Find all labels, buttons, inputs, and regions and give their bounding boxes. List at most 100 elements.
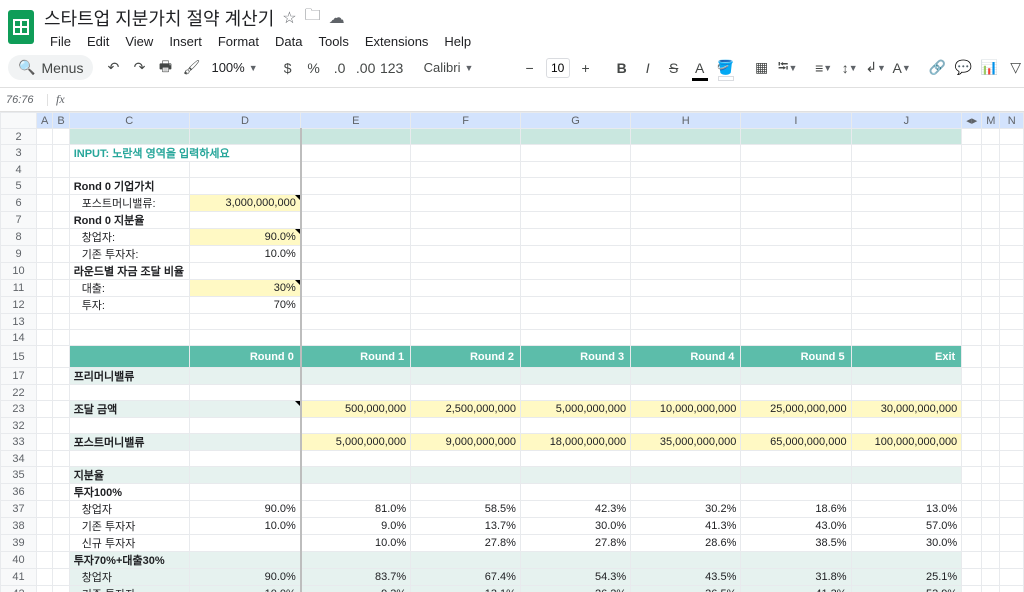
row-header[interactable]: 37 [1, 501, 37, 518]
text-color-icon[interactable]: A [688, 54, 712, 82]
cell[interactable]: 3,000,000,000 [189, 195, 301, 212]
col-header[interactable]: A [37, 113, 53, 129]
currency-icon[interactable]: $ [276, 54, 300, 82]
cell[interactable]: 43.5% [631, 569, 741, 586]
cell[interactable]: 30,000,000,000 [851, 401, 962, 418]
cell[interactable]: 90.0% [189, 501, 301, 518]
cell[interactable]: 18,000,000,000 [520, 434, 630, 451]
cell[interactable]: 30.2% [631, 501, 741, 518]
cell[interactable]: 10.0% [189, 246, 301, 263]
fill-color-icon[interactable]: 🪣 [714, 54, 738, 82]
cell[interactable]: 70% [189, 297, 301, 314]
row-header[interactable]: 5 [1, 178, 37, 195]
cell[interactable]: 83.7% [301, 569, 411, 586]
star-icon[interactable]: ☆ [282, 8, 296, 28]
cell[interactable]: 30.0% [520, 518, 630, 535]
row-header[interactable]: 35 [1, 467, 37, 484]
cell[interactable]: 9.3% [301, 586, 411, 592]
menu-file[interactable]: File [44, 33, 77, 50]
italic-icon[interactable]: I [636, 54, 660, 82]
row-header[interactable]: 33 [1, 434, 37, 451]
col-header[interactable]: E [301, 113, 411, 129]
col-header[interactable]: M [982, 113, 1000, 129]
row-header[interactable]: 6 [1, 195, 37, 212]
menu-data[interactable]: Data [269, 33, 308, 50]
col-header[interactable]: I [741, 113, 851, 129]
cell[interactable]: 500,000,000 [301, 401, 411, 418]
col-header[interactable]: J [851, 113, 962, 129]
row-header[interactable]: 40 [1, 552, 37, 569]
row-header[interactable]: 38 [1, 518, 37, 535]
cell[interactable]: 10.0% [189, 586, 301, 592]
cell[interactable]: 18.6% [741, 501, 851, 518]
halign-icon[interactable]: ≡▼ [812, 54, 836, 82]
row-header[interactable]: 10 [1, 263, 37, 280]
increase-font-icon[interactable]: + [574, 54, 598, 82]
menu-view[interactable]: View [119, 33, 159, 50]
row-header[interactable]: 15 [1, 346, 37, 368]
cell[interactable]: 53.9% [851, 586, 962, 592]
cell[interactable]: 9,000,000,000 [411, 434, 521, 451]
cell[interactable]: 28.6% [631, 535, 741, 552]
search-menus[interactable]: 🔍 Menus [8, 55, 93, 80]
comment-icon[interactable]: 💬 [952, 54, 976, 82]
decrease-decimal-icon[interactable]: .0 [328, 54, 352, 82]
cell[interactable]: 10,000,000,000 [631, 401, 741, 418]
col-header[interactable]: D [189, 113, 301, 129]
strikethrough-icon[interactable]: S [662, 54, 686, 82]
menu-insert[interactable]: Insert [163, 33, 208, 50]
cell[interactable]: Round 2 [411, 346, 521, 368]
col-header[interactable]: B [53, 113, 69, 129]
more-formats-icon[interactable]: 123 [380, 54, 404, 82]
cell[interactable]: 26.2% [520, 586, 630, 592]
scroll-left-icon[interactable]: ◂▸ [962, 113, 982, 129]
col-header[interactable]: N [1000, 113, 1024, 129]
cell[interactable]: 13.0% [851, 501, 962, 518]
chart-icon[interactable]: 📊 [978, 54, 1002, 82]
print-icon[interactable]: 🖶 [153, 54, 177, 82]
row-header[interactable]: 3 [1, 145, 37, 162]
cell[interactable] [189, 535, 301, 552]
cloud-icon[interactable]: ☁ [329, 8, 345, 28]
font-size-input[interactable] [546, 58, 570, 78]
cell[interactable]: Round 0 [189, 346, 301, 368]
row-header[interactable]: 23 [1, 401, 37, 418]
row-header[interactable]: 11 [1, 280, 37, 297]
move-icon[interactable]: 🗀 [305, 4, 321, 31]
percent-icon[interactable]: % [302, 54, 326, 82]
col-header[interactable]: H [631, 113, 741, 129]
cell[interactable]: 13.7% [411, 518, 521, 535]
cell[interactable]: 25,000,000,000 [741, 401, 851, 418]
formula-input[interactable] [73, 88, 1024, 111]
row-header[interactable]: 14 [1, 330, 37, 346]
bold-icon[interactable]: B [610, 54, 634, 82]
cell[interactable]: 30% [189, 280, 301, 297]
cell[interactable]: 100,000,000,000 [851, 434, 962, 451]
decrease-font-icon[interactable]: − [518, 54, 542, 82]
row-header[interactable]: 2 [1, 129, 37, 145]
menu-edit[interactable]: Edit [81, 33, 115, 50]
cell[interactable]: 27.8% [520, 535, 630, 552]
valign-icon[interactable]: ↕▼ [838, 54, 862, 82]
menu-extensions[interactable]: Extensions [359, 33, 435, 50]
menu-format[interactable]: Format [212, 33, 265, 50]
doc-title[interactable]: 스타트업 지분가치 절약 계산기 [44, 5, 274, 31]
row-header[interactable]: 17 [1, 368, 37, 385]
cell[interactable]: 9.0% [301, 518, 411, 535]
rotate-icon[interactable]: A▼ [890, 54, 914, 82]
link-icon[interactable]: 🔗 [926, 54, 950, 82]
cell[interactable]: 10.0% [301, 535, 411, 552]
cell[interactable]: 36.5% [631, 586, 741, 592]
cell[interactable]: 41.3% [631, 518, 741, 535]
zoom-select[interactable]: 100% ▼ [205, 56, 263, 79]
merge-icon[interactable]: ⭾▼ [776, 54, 800, 82]
cell[interactable]: 43.0% [741, 518, 851, 535]
row-header[interactable]: 12 [1, 297, 37, 314]
cell[interactable]: 13.1% [411, 586, 521, 592]
col-header[interactable]: C [69, 113, 189, 129]
increase-decimal-icon[interactable]: .00 [354, 54, 378, 82]
row-header[interactable]: 41 [1, 569, 37, 586]
cell[interactable]: 90.0% [189, 229, 301, 246]
cell[interactable]: 5,000,000,000 [301, 434, 411, 451]
cell[interactable]: 90.0% [189, 569, 301, 586]
